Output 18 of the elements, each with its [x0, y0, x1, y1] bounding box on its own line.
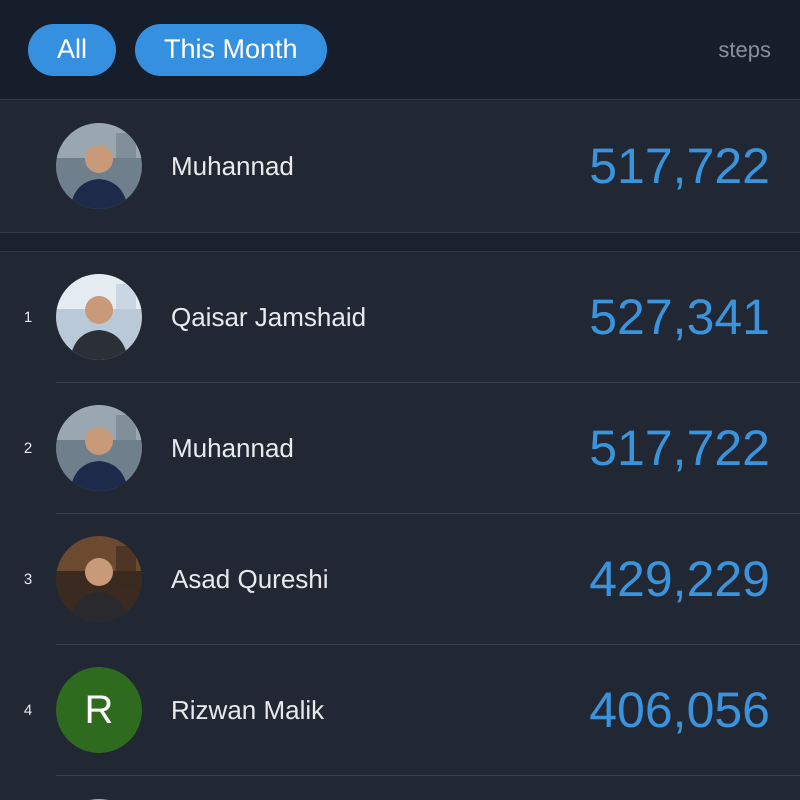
- user-name: Rizwan Malik: [171, 694, 324, 726]
- user-name: Asad Qureshi: [171, 564, 329, 594]
- avatar-initial: R: [56, 667, 142, 753]
- filter-chip[interactable]: This Month: [135, 24, 327, 76]
- unit-label: steps: [718, 36, 771, 62]
- step-count: 517,722: [589, 137, 770, 195]
- rank-number: 4: [24, 702, 32, 719]
- step-count: 429,229: [589, 550, 770, 608]
- user-name: Qaisar Jamshaid: [171, 302, 366, 332]
- user-name: Muhannad: [171, 150, 294, 182]
- user-name: Muhannad: [171, 432, 294, 464]
- rank-number: 1: [24, 309, 32, 326]
- filter-chip[interactable]: All: [28, 24, 116, 76]
- step-count: 517,722: [589, 419, 770, 477]
- step-count: 406,056: [589, 681, 770, 739]
- step-count: 527,341: [589, 288, 770, 346]
- rank-number: 2: [24, 440, 32, 457]
- rank-number: 3: [24, 571, 32, 588]
